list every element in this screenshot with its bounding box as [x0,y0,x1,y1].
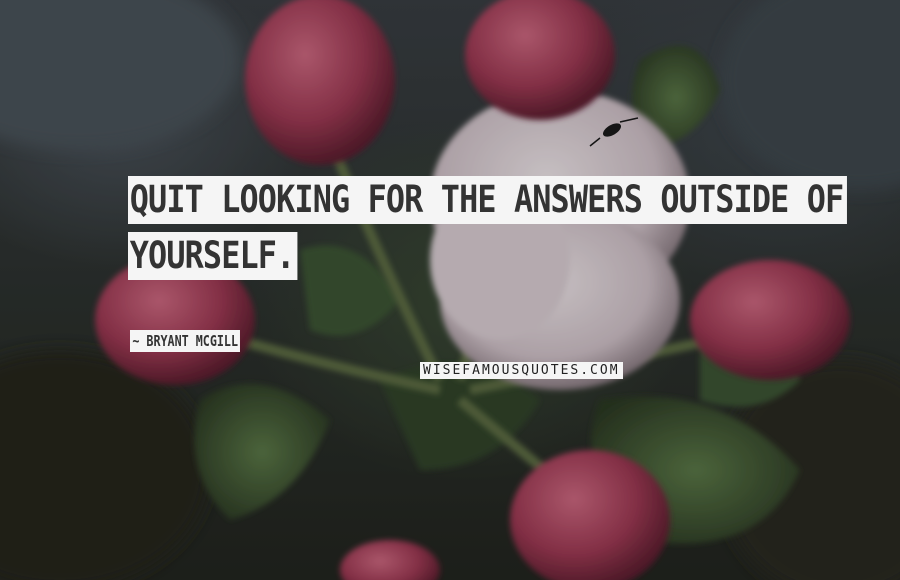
quote-text-line-1: QUIT LOOKING FOR THE ANSWERS OUTSIDE OF [128,176,847,224]
quote-card: QUIT LOOKING FOR THE ANSWERS OUTSIDE OF … [0,0,900,580]
quote-text-line-2: YOURSELF. [128,232,298,280]
photo-dim-overlay [0,0,900,580]
quote-author: ~ BRYANT MCGILL [130,330,241,352]
site-watermark: WISEFAMOUSQUOTES.COM [420,362,623,379]
